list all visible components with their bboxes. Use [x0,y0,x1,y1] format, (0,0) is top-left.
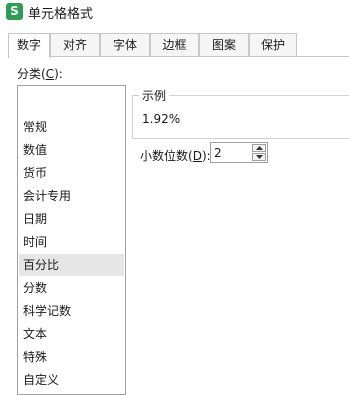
tab-number[interactable]: 数字 [8,33,50,58]
category-item-custom[interactable]: 自定义 [19,369,124,391]
category-item-currency[interactable]: 货币 [19,162,124,184]
title-bar: S 单元格格式 [0,0,349,24]
app-logo-icon: S [6,3,23,20]
tab-pattern[interactable]: 图案 [199,33,249,56]
category-item-percentage[interactable]: 百分比 [19,254,124,276]
number-tab-panel: 分类(C): 常规 数值 货币 会计专用 日期 时间 百分比 分数 科学记数 文… [8,57,349,395]
tab-bar: 数字 对齐 字体 边框 图案 保护 [8,33,349,58]
increment-button[interactable] [252,144,266,152]
tab-protection[interactable]: 保护 [249,33,297,56]
decimal-places-label: 小数位数(D): [140,149,211,163]
category-item-special[interactable]: 特殊 [19,346,124,368]
category-label: 分类(C): [17,67,63,81]
category-item-time[interactable]: 时间 [19,231,124,253]
caret-down-icon [256,155,263,159]
category-item-number[interactable]: 数值 [19,139,124,161]
category-item-scientific[interactable]: 科学记数 [19,300,124,322]
caret-up-icon [256,146,263,150]
category-list[interactable]: 常规 数值 货币 会计专用 日期 时间 百分比 分数 科学记数 文本 特殊 自定… [17,85,126,395]
decimal-places-input[interactable] [214,145,250,160]
category-item-text[interactable]: 文本 [19,323,124,345]
decrement-button[interactable] [252,153,266,161]
category-item-date[interactable]: 日期 [19,208,124,230]
tab-font[interactable]: 字体 [100,33,150,56]
dialog-title: 单元格格式 [28,7,94,22]
tab-alignment[interactable]: 对齐 [50,33,100,56]
sample-value: 1.92% [142,112,181,126]
tab-border[interactable]: 边框 [150,33,199,56]
category-item-general[interactable]: 常规 [19,116,124,138]
category-item-fraction[interactable]: 分数 [19,277,124,299]
category-item-accounting[interactable]: 会计专用 [19,185,124,207]
sample-group: 示例 1.92% [132,87,349,139]
sample-title: 示例 [139,87,170,104]
decimal-places-stepper [210,142,268,163]
